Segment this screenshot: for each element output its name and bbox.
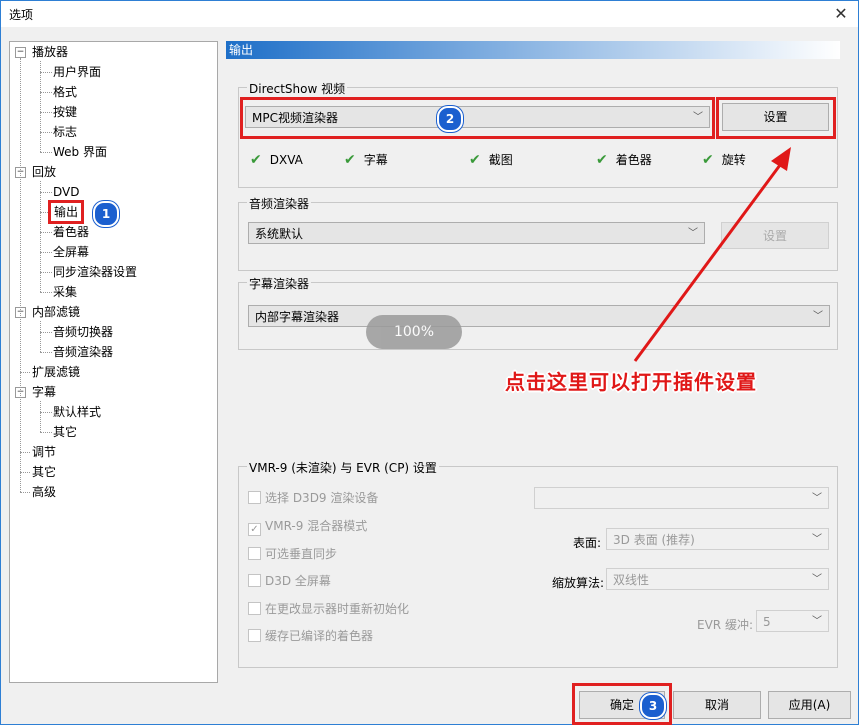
arrow-head xyxy=(771,147,791,171)
annotation-arrow xyxy=(633,147,791,362)
arrow-line xyxy=(633,160,785,362)
options-dialog: 选项 ✕ − 播放器 用户界面 格式 按键 标志 Web 界面 − 回放 DVD 输出 着色器 全屏幕同… xyxy=(0,0,859,725)
annotation-text: 点击这里可以打开插件设置 xyxy=(505,370,757,394)
